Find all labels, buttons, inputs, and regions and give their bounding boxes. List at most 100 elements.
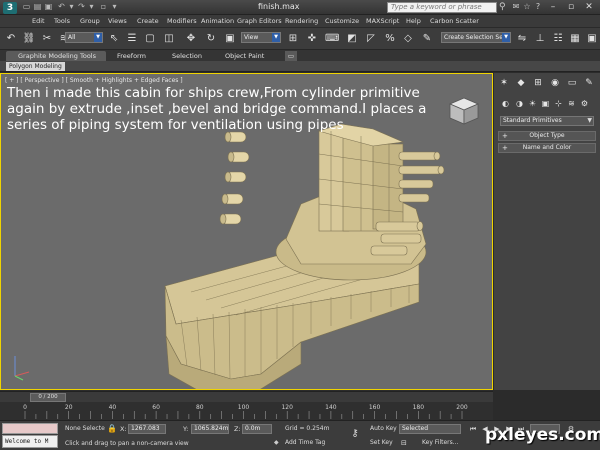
redo-dropdown-icon[interactable]: ▾ [87,3,96,11]
select-and-scale-icon[interactable]: ▣ [223,32,237,46]
shapes-icon[interactable]: ◑ [514,98,525,109]
perspective-viewport[interactable]: [ + ] [ Perspective ] [ Smooth + Highlig… [0,73,493,390]
select-manipulate-icon[interactable]: ✜ [305,32,319,46]
helpers-icon[interactable]: ⊹ [553,98,564,109]
time-tag-icon[interactable]: ◆ [274,439,279,446]
create-tab-icon[interactable]: ✶ [498,77,510,89]
unlink-icon[interactable]: ✂ [40,32,54,46]
menu-views[interactable]: Views [108,17,127,25]
polygon-modeling-button[interactable]: Polygon Modeling [6,62,65,71]
auto-key-button[interactable]: Auto Key [370,425,397,432]
motion-tab-icon[interactable]: ◉ [549,77,561,89]
new-file-icon[interactable]: ▭ [22,3,31,11]
menu-customize[interactable]: Customize [325,17,359,25]
search-input[interactable]: Type a keyword or phrase [387,2,497,13]
maxscript-mini-output[interactable] [2,423,58,434]
display-tab-icon[interactable]: ▭ [566,77,578,89]
reference-coordinate-dropdown[interactable]: View ▼ [241,32,281,43]
angle-snap-icon[interactable]: ◸ [364,32,378,46]
hierarchy-tab-icon[interactable]: ⊞ [532,77,544,89]
align-icon[interactable]: ⊥ [533,32,547,46]
space-warps-icon[interactable]: ≋ [566,98,577,109]
redo-icon[interactable]: ↷ [77,3,86,11]
tab-object-paint[interactable]: Object Paint [225,51,264,61]
lights-icon[interactable]: ☀ [527,98,538,109]
x-coord-field[interactable]: 1267.083 [128,424,166,434]
menu-animation[interactable]: Animation [201,17,234,25]
y-coord-field[interactable]: 1065.824m [191,424,229,434]
systems-icon[interactable]: ⚙ [579,98,590,109]
percent-snap-icon[interactable]: % [383,32,397,46]
menu-carbon-scatter[interactable]: Carbon Scatter [430,17,479,25]
menu-maxscript[interactable]: MAXScript [366,17,399,25]
mirror-icon[interactable]: ⇋ [515,32,529,46]
menu-graph-editors[interactable]: Graph Editors [237,17,282,25]
object-category-dropdown[interactable]: Standard Primitives ▼ [500,116,594,126]
tab-graphite-modeling-tools[interactable]: Graphite Modeling Tools [6,51,106,61]
select-by-name-icon[interactable]: ☰ [125,32,139,46]
key-mode-dropdown[interactable]: Selected [399,424,461,434]
time-slider[interactable]: 0 / 200 [0,391,493,402]
named-selection-dropdown[interactable]: Create Selection Se ▼ [441,32,511,43]
ribbon-options-icon[interactable]: ▭ [285,51,297,61]
maxscript-listener-input[interactable]: Welcome to M [2,435,58,448]
select-and-move-icon[interactable]: ✥ [184,32,198,46]
rollout-object-type[interactable]: + Object Type [498,131,596,141]
quick-access-dropdown-icon[interactable]: ▾ [110,3,119,11]
open-file-icon[interactable]: ▤ [33,3,42,11]
minimize-button[interactable]: – [545,1,561,13]
tab-freeform[interactable]: Freeform [117,51,146,61]
menu-create[interactable]: Create [137,17,159,25]
tab-selection[interactable]: Selection [172,51,202,61]
edit-named-selection-icon[interactable]: ✎ [420,32,434,46]
pivot-center-icon[interactable]: ⊞ [286,32,300,46]
window-crossing-icon[interactable]: ◫ [162,32,176,46]
key-filters-icon[interactable]: ⊟ [401,438,413,448]
search-icon[interactable]: ⚲ [499,2,509,12]
rollout-name-and-color[interactable]: + Name and Color [498,143,596,153]
select-and-rotate-icon[interactable]: ↻ [204,32,218,46]
undo-dropdown-icon[interactable]: ▾ [67,3,76,11]
render-setup-icon[interactable]: ▦ [568,32,582,46]
snaps-toggle-icon[interactable]: ◩ [345,32,359,46]
viewport-label[interactable]: [ + ] [ Perspective ] [ Smooth + Highlig… [5,77,183,84]
undo-icon[interactable]: ↶ [57,3,66,11]
utilities-tab-icon[interactable]: ✎ [583,77,595,89]
selection-filter-dropdown[interactable]: All ▼ [65,32,103,43]
selection-lock-icon[interactable]: 🔒 [107,424,117,434]
key-filters-button[interactable]: Key Filters... [422,439,459,446]
z-coord-field[interactable]: 0.0m [242,424,272,434]
spinner-snap-icon[interactable]: ◇ [401,32,415,46]
undo-toolbar-icon[interactable]: ↶ [4,32,18,46]
time-slider-thumb[interactable]: 0 / 200 [30,393,66,402]
rectangular-selection-icon[interactable]: ▢ [143,32,157,46]
app-logo-icon[interactable]: 3 [3,2,17,14]
close-button[interactable]: ✕ [581,1,597,13]
menu-rendering[interactable]: Rendering [285,17,318,25]
menu-edit[interactable]: Edit [32,17,45,25]
menu-group[interactable]: Group [80,17,100,25]
keyboard-shortcut-icon[interactable]: ⌨ [325,32,339,46]
track-bar[interactable]: 0 20 40 60 80 100 120 140 160 180 200 [0,402,493,420]
menu-modifiers[interactable]: Modifiers [167,17,197,25]
go-to-start-icon[interactable]: ⏮ [468,424,478,434]
layer-manager-icon[interactable]: ☷ [551,32,565,46]
menu-tools[interactable]: Tools [54,17,70,25]
save-icon[interactable]: ▣ [44,3,53,11]
modify-tab-icon[interactable]: ◆ [515,77,527,89]
menu-help[interactable]: Help [406,17,421,25]
render-icon[interactable]: ▣ [585,32,599,46]
project-folder-icon[interactable]: ▫ [99,3,108,11]
geometry-icon[interactable]: ◐ [500,98,511,109]
communication-center-icon[interactable]: ✉ [511,2,521,12]
help-icon[interactable]: ? [533,2,543,12]
add-time-tag-button[interactable]: Add Time Tag [285,439,325,446]
link-icon[interactable]: ⛓ [22,32,36,46]
viewcube-icon[interactable] [448,96,480,126]
set-key-icon[interactable]: ⚷ [347,428,363,440]
select-object-icon[interactable]: ⇖ [107,32,121,46]
set-key-button[interactable]: Set Key [370,439,396,449]
maximize-button[interactable]: ▫ [563,1,579,13]
cameras-icon[interactable]: ▣ [540,98,551,109]
favorites-star-icon[interactable]: ☆ [522,2,532,12]
